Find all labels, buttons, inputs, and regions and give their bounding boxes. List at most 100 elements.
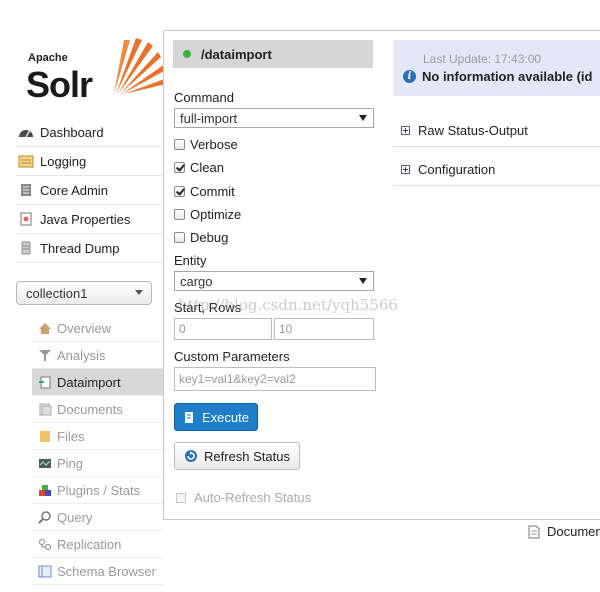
core-nav-documents[interactable]: Documents — [32, 396, 164, 423]
core-nav-label: Replication — [57, 536, 122, 552]
documentation-label: Documen — [547, 524, 600, 539]
status-message-text: No information available (id — [422, 69, 593, 84]
core-nav-files[interactable]: Files — [32, 423, 164, 450]
logging-icon — [18, 154, 34, 168]
checkbox-label: Debug — [190, 229, 229, 245]
custom-params-label: Custom Parameters — [174, 349, 290, 364]
analysis-icon — [38, 349, 52, 362]
core-nav-dataimport[interactable]: Dataimport — [32, 369, 164, 396]
dataimport-icon — [38, 376, 52, 389]
checkbox-label: Verbose — [190, 136, 238, 152]
core-nav-label: Query — [57, 509, 93, 525]
nav-label: Logging — [40, 153, 87, 169]
core-nav-schema-browser[interactable]: Schema Browser — [32, 558, 164, 585]
start-rows-label: Start, Rows — [174, 300, 242, 315]
info-icon: i — [403, 70, 416, 83]
main-nav: Dashboard Logging Core Admin Java Proper… — [16, 118, 162, 263]
core-nav: Overview Analysis Dataimport Documents F… — [32, 315, 164, 585]
auto-refresh-toggle[interactable]: Auto-Refresh Status — [176, 490, 311, 505]
core-nav-label: Files — [57, 428, 85, 444]
dashboard-icon — [18, 125, 34, 139]
last-update-text: Last Update: 17:43:00 — [423, 52, 542, 66]
command-label: Command — [174, 90, 234, 105]
nav-label: Java Properties — [40, 211, 131, 227]
query-icon — [38, 510, 52, 524]
overview-icon — [38, 322, 52, 335]
checkbox-label: Commit — [190, 183, 235, 199]
section-label: Raw Status-Output — [418, 122, 528, 138]
chevron-down-icon — [135, 290, 143, 295]
debug-checkbox[interactable]: Debug — [174, 227, 228, 247]
solr-sun-icon — [114, 38, 167, 94]
verbose-checkbox[interactable]: Verbose — [174, 134, 238, 154]
core-admin-icon — [18, 183, 34, 197]
start-input[interactable]: 0 — [174, 318, 272, 340]
checkbox-box[interactable] — [174, 138, 185, 150]
checkbox-box-checked[interactable] — [174, 161, 185, 173]
core-nav-query[interactable]: Query — [32, 504, 164, 531]
core-nav-label: Documents — [57, 401, 123, 417]
entity-value: cargo — [180, 273, 213, 289]
section-label: Configuration — [418, 161, 496, 177]
core-nav-replication[interactable]: Replication — [32, 531, 164, 558]
dataimport-handler-header[interactable]: /dataimport — [173, 40, 373, 68]
checkbox-label: Optimize — [190, 206, 242, 222]
rows-input[interactable]: 10 — [274, 318, 374, 340]
refresh-label: Refresh Status — [204, 448, 290, 464]
nav-label: Dashboard — [40, 124, 104, 140]
java-icon — [18, 212, 34, 226]
raw-status-output-toggle[interactable]: Raw Status-Output — [393, 114, 600, 147]
refresh-status-button[interactable]: Refresh Status — [174, 442, 300, 470]
status-box: Last Update: 17:43:00 i No information a… — [393, 40, 600, 96]
documentation-link[interactable]: Documen — [528, 524, 600, 539]
handler-name: /dataimport — [201, 46, 272, 62]
core-nav-label: Dataimport — [57, 374, 121, 390]
execute-button[interactable]: Execute — [174, 403, 258, 431]
thread-dump-icon — [18, 241, 34, 255]
nav-dashboard[interactable]: Dashboard — [16, 118, 162, 147]
auto-refresh-label: Auto-Refresh Status — [194, 490, 312, 505]
checkbox-box-checked[interactable] — [174, 185, 185, 197]
status-message: i No information available (id — [403, 69, 592, 84]
entity-select[interactable]: cargo — [174, 271, 374, 291]
core-nav-label: Schema Browser — [57, 563, 156, 579]
nav-java-properties[interactable]: Java Properties — [16, 205, 162, 234]
nav-label: Core Admin — [40, 182, 108, 198]
dropdown-arrow-icon — [359, 278, 367, 284]
nav-logging[interactable]: Logging — [16, 147, 162, 176]
core-nav-label: Overview — [57, 320, 112, 336]
logo-brand: Apache — [28, 52, 68, 64]
custom-params-input[interactable]: key1=val1&key2=val2 — [174, 367, 376, 391]
core-nav-analysis[interactable]: Analysis — [32, 342, 164, 369]
nav-core-admin[interactable]: Core Admin — [16, 176, 162, 205]
solr-logo[interactable]: Apache Solr — [22, 30, 167, 106]
core-nav-overview[interactable]: Overview — [32, 315, 164, 342]
core-nav-plugins[interactable]: Plugins / Stats — [32, 477, 164, 504]
logo-product: Solr — [26, 64, 93, 105]
core-nav-ping[interactable]: Ping — [32, 450, 164, 477]
ping-icon — [38, 457, 52, 470]
optimize-checkbox[interactable]: Optimize — [174, 204, 241, 224]
checkbox-box[interactable] — [174, 208, 185, 220]
replication-icon — [38, 538, 52, 551]
nav-label: Thread Dump — [40, 240, 120, 256]
documents-icon — [38, 403, 52, 416]
configuration-toggle[interactable]: Configuration — [393, 153, 600, 186]
execute-icon — [185, 411, 193, 423]
clean-checkbox[interactable]: Clean — [174, 157, 224, 177]
core-selector-value: collection1 — [26, 285, 88, 301]
auto-refresh-checkbox[interactable] — [176, 492, 186, 503]
core-selector[interactable]: collection1 — [16, 281, 152, 305]
checkbox-box[interactable] — [174, 231, 185, 243]
refresh-icon — [185, 450, 197, 462]
commit-checkbox[interactable]: Commit — [174, 181, 235, 201]
nav-thread-dump[interactable]: Thread Dump — [16, 234, 162, 263]
command-select[interactable]: full-import — [174, 108, 374, 128]
core-nav-label: Plugins / Stats — [57, 482, 141, 498]
entity-label: Entity — [174, 253, 207, 268]
command-value: full-import — [180, 110, 238, 126]
expand-plus-icon — [401, 125, 410, 135]
dropdown-arrow-icon — [359, 115, 367, 121]
core-nav-label: Analysis — [57, 347, 106, 363]
schema-icon — [38, 565, 52, 578]
